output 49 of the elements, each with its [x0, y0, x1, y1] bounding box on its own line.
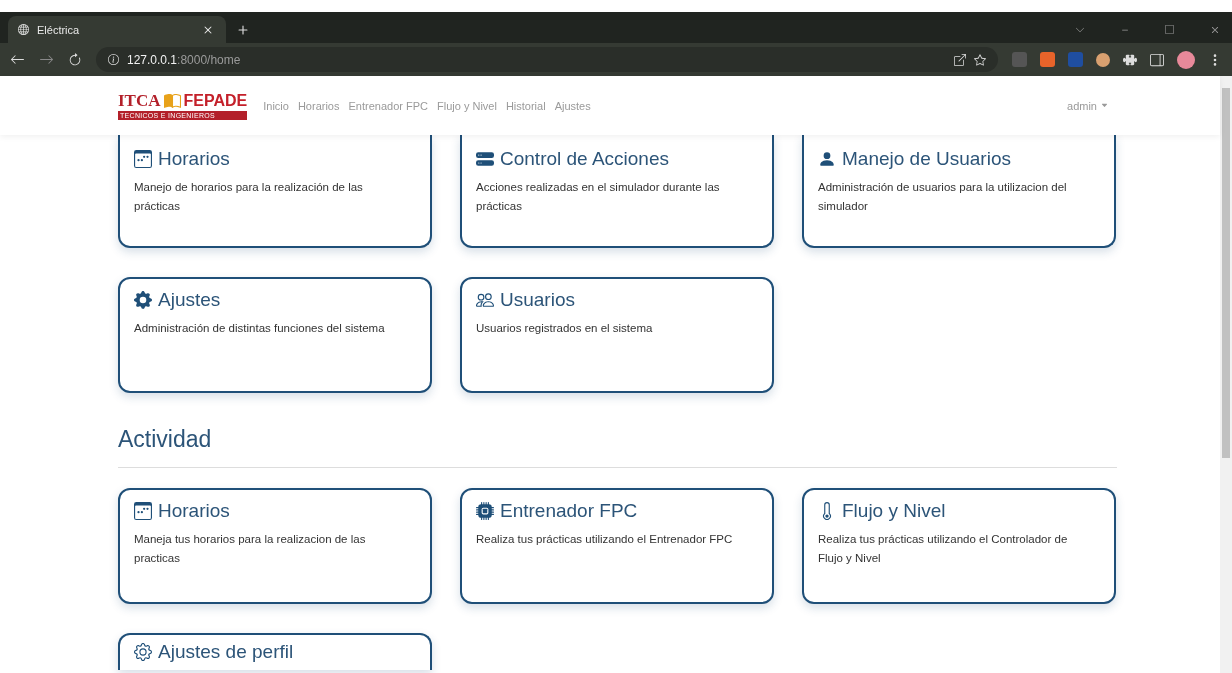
user-icon — [818, 150, 836, 168]
globe-icon — [18, 24, 29, 35]
puzzle-icon[interactable] — [1123, 52, 1137, 67]
menu-card[interactable]: Horarios Manejo de horarios para la realización de las prácticas — [118, 135, 432, 248]
back-icon[interactable] — [10, 52, 25, 67]
card-description: Maneja tus horarios para la realizacion de las practicas — [134, 532, 367, 566]
reload-icon[interactable] — [68, 52, 82, 67]
logo-text: ITCA — [118, 91, 161, 111]
menu-card[interactable]: Entrenador FPC Realiza tus prácticas utilizando el Entrenador FPC — [460, 488, 774, 604]
card-description: Administración de usuarios para la utilizacion del simulador — [818, 180, 1068, 214]
share-icon[interactable] — [954, 53, 966, 66]
sidebar-icon[interactable] — [1150, 52, 1164, 67]
info-icon — [108, 54, 119, 65]
card-description: Realiza tus prácticas utilizando el Controlador de Flujo y Nivel — [818, 532, 1069, 566]
menu-card[interactable]: Control de Acciones Acciones realizadas en el simulador durante las prácticas — [460, 135, 774, 248]
settings-icon — [134, 643, 152, 661]
card-description: Realiza tus prácticas utilizando el Entrenador FPC — [476, 532, 734, 547]
tab-title: Eléctrica — [37, 23, 81, 36]
logo-text: FEPADE — [183, 92, 248, 110]
book-icon — [163, 92, 181, 110]
calendar-icon — [134, 150, 152, 168]
menu-card[interactable]: Ajustes Administración de distintas funciones del sistema — [118, 277, 432, 393]
url-path: :8000/home — [177, 52, 241, 67]
scrollbar-thumb[interactable] — [1222, 88, 1230, 458]
users-icon — [476, 291, 494, 309]
menu-card[interactable]: Ajustes de perfil — [118, 633, 432, 670]
card-description: Usuarios registrados en el sistema — [476, 321, 654, 336]
menu-card[interactable]: Usuarios Usuarios registrados en el sistema — [460, 277, 774, 393]
browser-tab[interactable]: Eléctrica — [8, 16, 226, 43]
maximize-icon[interactable] — [1165, 25, 1174, 34]
server-icon — [476, 150, 494, 168]
address-bar[interactable]: 127.0.0.1:8000/home — [96, 47, 998, 72]
settings-icon — [134, 291, 152, 309]
section-heading: Actividad — [118, 426, 1117, 468]
url-host: 127.0.0.1 — [127, 52, 178, 67]
card-description: Administración de distintas funciones del sistema — [134, 321, 386, 336]
calendar-icon — [134, 502, 152, 520]
card-description: Manejo de horarios para la realización de las prácticas — [134, 180, 364, 214]
menu-card[interactable]: Flujo y Nivel Realiza tus prácticas utilizando el Controlador de Flujo y Nivel — [802, 488, 1116, 604]
extension-icon[interactable] — [1096, 52, 1110, 67]
scrollbar[interactable] — [1220, 76, 1232, 673]
chip-icon — [476, 502, 494, 520]
caret-icon — [1101, 102, 1108, 109]
card-description: Acciones realizadas en el simulador durante las prácticas — [476, 180, 721, 214]
menu-card[interactable]: Manejo de Usuarios Administración de usuarios para la utilizacion del simulador — [802, 135, 1116, 248]
menu-card[interactable]: Horarios Maneja tus horarios para la realizacion de las practicas — [118, 488, 432, 604]
star-icon[interactable] — [974, 53, 986, 66]
forward-icon[interactable] — [39, 52, 54, 67]
profile-avatar[interactable] — [1177, 50, 1195, 69]
